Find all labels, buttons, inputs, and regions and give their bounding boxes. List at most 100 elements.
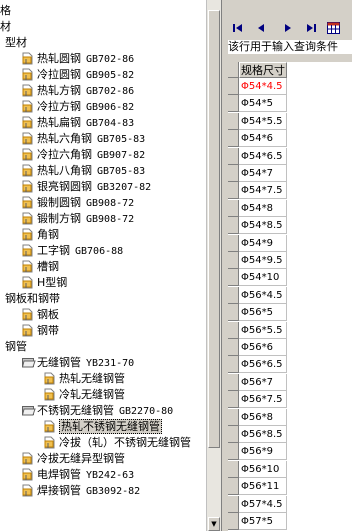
tree-item[interactable]: H型钢: [22, 275, 67, 291]
row-indicator[interactable]: [228, 408, 239, 426]
tree-item[interactable]: 锻制圆钢 GB908-72: [22, 195, 134, 211]
grid-row[interactable]: Φ56*5: [228, 304, 352, 322]
tree-item[interactable]: 热轧不锈钢无缝钢管: [44, 419, 162, 435]
spec-size-cell[interactable]: Φ54*7: [239, 165, 287, 182]
row-indicator[interactable]: [228, 78, 239, 95]
grid-row[interactable]: Φ54*7.5: [228, 182, 352, 200]
spec-size-cell[interactable]: Φ56*5.5: [239, 321, 287, 339]
spec-size-cell[interactable]: Φ54*6: [239, 130, 287, 148]
row-indicator[interactable]: [228, 112, 239, 130]
tree-item[interactable]: 冷轧无缝钢管: [44, 387, 125, 403]
grid-row[interactable]: Φ57*4.5: [228, 495, 352, 513]
grid-row[interactable]: Φ56*10: [228, 460, 352, 478]
tree-item[interactable]: 材: [0, 19, 11, 35]
row-indicator[interactable]: [228, 339, 239, 356]
spec-size-cell[interactable]: Φ54*8.5: [239, 217, 287, 235]
grid-row[interactable]: Φ54*9.5: [228, 252, 352, 269]
column-header-spec-size[interactable]: 规格尺寸: [239, 62, 287, 78]
grid-row[interactable]: Φ57*5: [228, 513, 352, 530]
spec-size-cell[interactable]: Φ54*6.5: [239, 147, 287, 165]
row-indicator[interactable]: [228, 304, 239, 322]
spec-size-cell[interactable]: Φ54*5: [239, 95, 287, 113]
spec-size-cell[interactable]: Φ56*8: [239, 408, 287, 426]
spec-size-cell[interactable]: Φ57*4.5: [239, 495, 287, 513]
tree-item[interactable]: 冷拔（轧）不锈钢无缝钢管: [44, 435, 191, 451]
scroll-down-arrow-icon[interactable]: ▼: [208, 517, 220, 531]
spec-size-cell[interactable]: Φ56*6.5: [239, 356, 287, 374]
grid-row[interactable]: Φ54*5: [228, 95, 352, 113]
tree-item[interactable]: 工字钢 GB706-88: [22, 243, 123, 259]
tree-scrollbar-thumb[interactable]: [208, 10, 220, 448]
spec-size-cell[interactable]: Φ56*10: [239, 460, 287, 478]
tree-item[interactable]: 银亮钢圆钢 GB3207-82: [22, 179, 151, 195]
grid-row[interactable]: Φ56*8: [228, 408, 352, 426]
row-indicator[interactable]: [228, 182, 239, 200]
next-record-icon[interactable]: [280, 20, 295, 36]
grid-row[interactable]: Φ54*8.5: [228, 217, 352, 235]
spec-size-cell[interactable]: Φ54*7.5: [239, 182, 287, 200]
grid-row[interactable]: Φ56*8.5: [228, 426, 352, 443]
row-indicator[interactable]: [228, 130, 239, 148]
row-indicator[interactable]: [228, 513, 239, 530]
grid-row[interactable]: Φ56*5.5: [228, 321, 352, 339]
tree-item[interactable]: 焊接钢管 GB3092-82: [22, 483, 140, 499]
spec-size-cell[interactable]: Φ56*11: [239, 478, 287, 496]
row-indicator[interactable]: [228, 165, 239, 182]
grid-row[interactable]: Φ54*5.5: [228, 112, 352, 130]
tree-item[interactable]: 冷拉六角钢 GB907-82: [22, 147, 145, 163]
tree-item[interactable]: 电焊钢管 YB242-63: [22, 467, 134, 483]
row-indicator[interactable]: [228, 443, 239, 461]
tree-item[interactable]: 热轧扁钢 GB704-83: [22, 115, 134, 131]
tree-item[interactable]: 无缝钢管 YB231-70: [21, 355, 134, 371]
tree-item[interactable]: 槽钢: [22, 259, 59, 275]
row-indicator[interactable]: [228, 495, 239, 513]
row-indicator[interactable]: [228, 391, 239, 409]
grid-row[interactable]: Φ56*7.5: [228, 391, 352, 409]
spec-size-cell[interactable]: Φ57*5: [239, 513, 287, 530]
grid-row[interactable]: Φ54*9: [228, 234, 352, 252]
grid-row[interactable]: Φ54*10: [228, 269, 352, 287]
grid-row[interactable]: Φ56*6.5: [228, 356, 352, 374]
spec-size-cell[interactable]: Φ54*8: [239, 199, 287, 217]
row-indicator[interactable]: [228, 147, 239, 165]
spec-size-cell[interactable]: Φ56*4.5: [239, 286, 287, 304]
tree-item[interactable]: 热轧六角钢 GB705-83: [22, 131, 145, 147]
row-indicator[interactable]: [228, 321, 239, 339]
grid-view-icon[interactable]: [326, 20, 341, 36]
spec-size-cell[interactable]: Φ54*4.5: [239, 78, 287, 95]
row-indicator[interactable]: [228, 269, 239, 287]
spec-size-cell[interactable]: Φ56*5: [239, 304, 287, 322]
grid-row[interactable]: Φ54*4.5: [228, 78, 352, 95]
tree-item[interactable]: 钢板: [22, 307, 59, 323]
tree-item[interactable]: 热轧圆钢 GB702-86: [22, 51, 134, 67]
row-indicator[interactable]: [228, 234, 239, 252]
tree-item[interactable]: 热轧八角钢 GB705-83: [22, 163, 145, 179]
grid-row[interactable]: Φ56*9: [228, 443, 352, 461]
tree-item[interactable]: 锻制方钢 GB908-72: [22, 211, 134, 227]
tree-item[interactable]: 冷拔无缝异型钢管: [22, 451, 125, 467]
spec-size-cell[interactable]: Φ56*7.5: [239, 391, 287, 409]
row-indicator[interactable]: [228, 252, 239, 269]
spec-grid[interactable]: 规格尺寸 Φ54*4.5 Φ54*5 Φ54*5.5 Φ54*6 Φ54*6.5 Φ54*…: [228, 62, 352, 531]
spec-size-cell[interactable]: Φ56*6: [239, 339, 287, 356]
grid-row[interactable]: Φ56*11: [228, 478, 352, 496]
row-indicator[interactable]: [228, 286, 239, 304]
tree-vertical-scrollbar[interactable]: ▼: [206, 0, 221, 531]
row-indicator[interactable]: [228, 373, 239, 391]
spec-size-cell[interactable]: Φ54*10: [239, 269, 287, 287]
last-record-icon[interactable]: [304, 20, 319, 36]
tree-item[interactable]: 格: [0, 3, 11, 19]
tree-item[interactable]: 钢管: [5, 339, 27, 355]
tree-item[interactable]: 冷拉圆钢 GB905-82: [22, 67, 134, 83]
spec-size-cell[interactable]: Φ54*9: [239, 234, 287, 252]
grid-row[interactable]: Φ54*8: [228, 199, 352, 217]
tree-item[interactable]: 角钢: [22, 227, 59, 243]
tree-item[interactable]: 钢带: [22, 323, 59, 339]
grid-row[interactable]: Φ54*6.5: [228, 147, 352, 165]
first-record-icon[interactable]: [230, 20, 245, 36]
row-indicator[interactable]: [228, 95, 239, 113]
spec-size-cell[interactable]: Φ56*7: [239, 373, 287, 391]
spec-size-cell[interactable]: Φ54*5.5: [239, 112, 287, 130]
grid-row[interactable]: Φ54*7: [228, 165, 352, 182]
row-indicator[interactable]: [228, 460, 239, 478]
